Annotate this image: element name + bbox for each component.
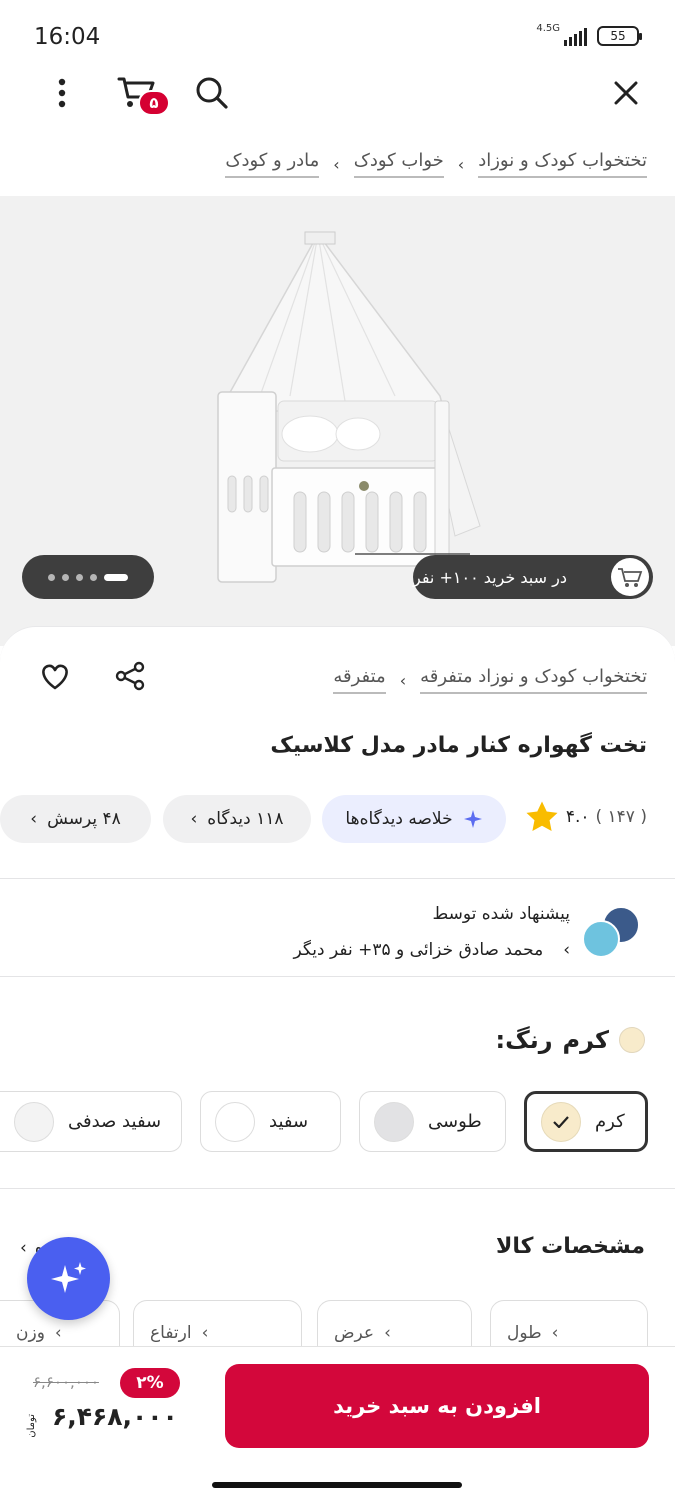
sparkles-icon — [50, 1261, 86, 1293]
recommenders-link[interactable]: محمد صادق خزائی و ۳۵+ نفر دیگر › — [294, 940, 570, 960]
page-dot — [62, 573, 69, 581]
search-icon — [196, 77, 228, 109]
reviews-chip[interactable]: ۱۱۸ دیدگاه › — [163, 795, 311, 843]
category-child[interactable]: تختخواب کودک و نوزاد متفرقه — [420, 666, 647, 694]
rating-value: ۴.۰ — [565, 807, 590, 827]
share-icon — [115, 661, 145, 691]
color-option-label: سفید صدفی — [68, 1111, 162, 1132]
sparkle-icon — [463, 810, 482, 828]
signal-icon — [564, 26, 587, 46]
chevron-left-icon: › — [399, 670, 407, 690]
color-option-label: کرم — [595, 1111, 625, 1132]
color-option-label: طوسی — [428, 1111, 482, 1132]
star-icon — [526, 801, 558, 832]
close-icon — [614, 81, 638, 105]
avatar — [582, 920, 620, 958]
color-option-label: سفید — [269, 1111, 309, 1132]
ai-summary-chip[interactable]: خلاصه دیدگاه‌ها — [322, 795, 506, 843]
status-time: 16:04 — [34, 24, 101, 50]
more-vertical-icon — [58, 78, 66, 108]
chevron-left-icon: › — [333, 154, 340, 174]
wishlist-button[interactable] — [31, 652, 79, 700]
check-icon — [541, 1101, 581, 1142]
questions-chip[interactable]: ۴۸ پرسش › — [0, 795, 151, 843]
color-circle — [14, 1101, 54, 1142]
chevron-left-icon: › — [457, 154, 465, 174]
cart-count-badge: ۵ — [138, 90, 170, 116]
color-circle — [374, 1101, 414, 1142]
old-price: ۶,۶۰۰,۰۰۰ — [33, 1373, 99, 1391]
rating: ۴.۰ ( ۱۴۷ ) — [524, 800, 647, 834]
color-option-cream[interactable]: کرم — [524, 1091, 648, 1152]
chevron-left-icon: › — [563, 940, 570, 960]
product-title: تخت گهواره کنار مادر مدل کلاسیک — [270, 733, 647, 758]
cart-popularity-text: در سبد خرید ۱۰۰+ نفر — [413, 567, 567, 587]
color-heading: رنگ: کرم — [496, 1026, 645, 1054]
heart-icon — [42, 664, 68, 690]
breadcrumb-item[interactable]: تختخواب کودک و نوزاد — [478, 150, 647, 178]
home-indicator[interactable] — [212, 1482, 462, 1488]
page-dot-active — [104, 573, 128, 581]
close-button[interactable] — [602, 69, 650, 117]
color-option-white[interactable]: سفید — [200, 1091, 341, 1152]
selected-color-swatch — [619, 1027, 645, 1053]
color-option-pearl-white[interactable]: سفید صدفی — [0, 1091, 182, 1152]
reviews-label: ۱۱۸ دیدگاه — [207, 809, 284, 829]
search-button[interactable] — [188, 69, 236, 117]
questions-label: ۴۸ پرسش — [47, 809, 121, 829]
recommenders-text: محمد صادق خزائی و ۳۵+ نفر دیگر — [293, 940, 544, 960]
network-type: 4.5G — [536, 22, 560, 34]
share-button[interactable] — [106, 652, 154, 700]
chevron-left-icon: › — [20, 1238, 27, 1258]
chevron-left-icon: › — [190, 809, 198, 829]
recommend-title: پیشنهاد شده توسط — [432, 904, 570, 924]
color-option-gray[interactable]: طوسی — [359, 1091, 506, 1152]
currency-label: تومان — [26, 1414, 37, 1438]
specs-title: مشخصات کالا — [495, 1234, 645, 1259]
divider — [0, 878, 675, 879]
status-icons: 4.5G 55 — [530, 22, 642, 46]
breadcrumb-item[interactable]: خواب کودک — [353, 150, 444, 178]
category-parent[interactable]: متفرقه — [333, 666, 386, 694]
chevron-left-icon: › — [30, 809, 38, 829]
price: ۶,۴۶۸,۰۰۰ — [52, 1402, 178, 1431]
cart-icon — [611, 558, 649, 596]
divider — [0, 1188, 675, 1189]
more-menu-button[interactable] — [38, 69, 86, 117]
color-label: رنگ: — [495, 1026, 553, 1054]
ai-assistant-button[interactable] — [27, 1237, 110, 1320]
page-dot — [48, 573, 55, 581]
battery-icon: 55 — [597, 26, 642, 46]
add-to-cart-button[interactable]: افزودن به سبد خرید — [225, 1364, 649, 1448]
discount-badge: ۲% — [120, 1368, 180, 1398]
category-breadcrumb: متفرقه › تختخواب کودک و نوزاد متفرقه — [333, 666, 647, 694]
color-circle — [215, 1101, 255, 1142]
ai-summary-label: خلاصه دیدگاه‌ها — [345, 809, 453, 829]
cart-popularity-badge: در سبد خرید ۱۰۰+ نفر — [413, 555, 653, 599]
gallery-pagination — [22, 555, 154, 599]
page-dot — [76, 573, 83, 581]
rating-count: ( ۱۴۷ ) — [595, 807, 648, 827]
breadcrumb-item[interactable]: مادر و کودک — [225, 150, 320, 178]
page-dot — [90, 573, 97, 581]
selected-color-name: کرم — [562, 1026, 609, 1054]
breadcrumb: مادر و کودک › خواب کودک › تختخواب کودک و… — [225, 150, 647, 178]
divider — [0, 976, 675, 977]
recommender-avatars — [582, 906, 640, 958]
